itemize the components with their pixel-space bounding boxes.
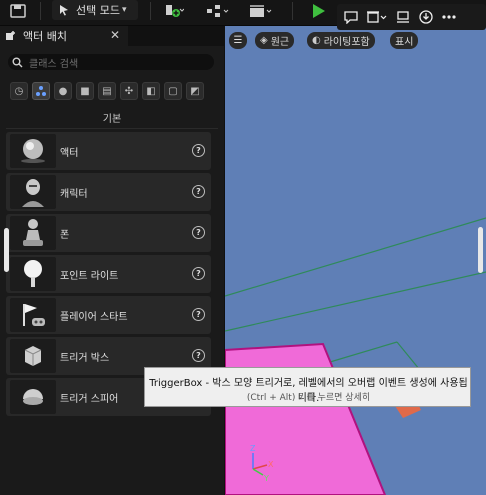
category-shapes-icon[interactable]: ■ <box>76 82 94 100</box>
more-options-icon[interactable] <box>439 8 459 26</box>
play-icon <box>313 4 325 18</box>
svg-text:Z: Z <box>250 444 256 453</box>
lighting-mode-button[interactable]: ◐ 라이팅포함 <box>307 32 375 49</box>
perspective-label: 원근 <box>270 37 290 48</box>
help-icon[interactable]: ? <box>192 226 205 239</box>
show-label: 표시 <box>395 37 414 48</box>
layout-icon[interactable] <box>393 8 413 26</box>
toolbar-divider <box>150 2 151 20</box>
perspective-button[interactable]: ◈ 원근 <box>255 32 295 49</box>
category-lights-icon[interactable]: ● <box>54 82 72 100</box>
level-viewport[interactable]: Z X Y ☰ ◈ 원근 ◐ 라이팅포함 표시 <box>225 26 486 495</box>
tooltip-hint: (Ctrl + Alt) 키를 누르면 상세히 <box>246 393 371 403</box>
player-start-icon <box>10 298 56 332</box>
help-icon[interactable]: ? <box>192 144 205 157</box>
blueprint-icon <box>207 5 229 17</box>
menu-icon: ☰ <box>233 35 243 46</box>
left-scrollbar-thumb[interactable] <box>4 228 9 272</box>
lighting-label: 라이팅포함 <box>323 37 370 48</box>
selection-mode-dropdown[interactable]: 선택 모드 ▾ <box>52 0 138 20</box>
list-item-actor[interactable]: 액터 ? <box>6 132 211 170</box>
list-item-label: 플레이어 스타트 <box>60 311 128 323</box>
comment-icon[interactable] <box>341 8 361 26</box>
help-icon[interactable]: ? <box>192 185 205 198</box>
list-item-label: 캐릭터 <box>60 188 88 200</box>
place-actors-panel: 액터 배치 ✕ 클래스 검색 ◷ ● ■ ▤ ✣ ◧ ▢ ◩ 기본 액터 ? 캐… <box>0 26 224 495</box>
chevron-down-icon: ▾ <box>121 5 127 15</box>
panel-tab-bar: 액터 배치 ✕ <box>0 26 224 46</box>
cube-icon: ◈ <box>260 35 268 46</box>
viewport-overlay-toolbar <box>337 4 486 30</box>
list-item-label: 액터 <box>60 147 79 159</box>
category-tabs: ◷ ● ■ ▤ ✣ ◧ ▢ ◩ <box>10 82 204 102</box>
search-placeholder: 클래스 검색 <box>29 58 79 70</box>
category-all-classes-icon[interactable]: ◩ <box>186 82 204 100</box>
save-icon[interactable] <box>10 0 26 22</box>
lighting-icon: ◐ <box>312 35 321 46</box>
help-icon[interactable]: ? <box>192 308 205 321</box>
toolbar-divider <box>292 2 293 20</box>
cinematics-icon <box>250 5 272 17</box>
cinematics-button[interactable] <box>248 0 274 22</box>
show-button[interactable]: 표시 <box>390 32 419 49</box>
list-item-character[interactable]: 캐릭터 ? <box>6 173 211 211</box>
right-scrollbar-thumb[interactable] <box>478 227 483 273</box>
category-recent-icon[interactable]: ◷ <box>10 82 28 100</box>
character-icon <box>10 175 56 209</box>
list-item-player-start[interactable]: 플레이어 스타트 ? <box>6 296 211 334</box>
list-item-label: 폰 <box>60 229 70 241</box>
viewport-menu-button[interactable]: ☰ <box>229 32 247 49</box>
category-basic-icon[interactable] <box>32 82 50 100</box>
svg-text:X: X <box>268 460 274 469</box>
add-actor-button[interactable] <box>162 0 184 22</box>
add-actor-icon <box>166 5 184 17</box>
category-volumes-icon[interactable]: ▢ <box>164 82 182 100</box>
class-search-input[interactable]: 클래스 검색 <box>8 54 214 70</box>
place-actors-icon <box>6 31 15 40</box>
list-item-label: 트리거 스피어 <box>60 393 119 405</box>
category-heading: 기본 <box>102 114 122 125</box>
category-cinematic-icon[interactable]: ▤ <box>98 82 116 100</box>
toolbar-divider <box>40 2 41 20</box>
editor-window: 선택 모드 ▾ 액터 배치 ✕ 클래스 검색 ◷ ● ■ ▤ ✣ ◧ ▢ ◩ 기… <box>0 0 486 495</box>
viewport-scene: Z X Y <box>225 217 486 495</box>
play-button[interactable] <box>310 0 326 22</box>
mode-icon <box>60 5 68 16</box>
download-icon[interactable] <box>416 8 436 26</box>
close-icon[interactable]: ✕ <box>110 28 120 42</box>
sphere-icon <box>10 134 56 168</box>
blueprint-button[interactable] <box>205 0 231 22</box>
trigger-box-icon <box>10 339 56 373</box>
list-item-label: 트리거 박스 <box>60 352 110 364</box>
help-icon[interactable]: ? <box>192 267 205 280</box>
point-light-icon <box>10 257 56 291</box>
list-item-point-light[interactable]: 포인트 라이트 ? <box>6 255 211 293</box>
search-icon <box>12 57 23 67</box>
camera-settings-icon[interactable] <box>364 8 390 26</box>
list-item-label: 포인트 라이트 <box>60 270 119 282</box>
category-divider <box>6 128 218 129</box>
tab-place-actors[interactable]: 액터 배치 ✕ <box>0 26 128 46</box>
svg-text:Y: Y <box>263 474 269 483</box>
tab-label: 액터 배치 <box>23 30 67 43</box>
trigger-box-tooltip: TriggerBox - 박스 모양 트리거로, 레벨에서의 오버랩 이벤트 생… <box>144 367 471 407</box>
trigger-sphere-icon <box>10 380 56 414</box>
list-item-pawn[interactable]: 폰 ? <box>6 214 211 252</box>
pawn-icon <box>10 216 56 250</box>
category-vfx-icon[interactable]: ✣ <box>120 82 138 100</box>
help-icon[interactable]: ? <box>192 349 205 362</box>
category-geometry-icon[interactable]: ◧ <box>142 82 160 100</box>
selection-mode-label: 선택 모드 <box>76 4 120 17</box>
